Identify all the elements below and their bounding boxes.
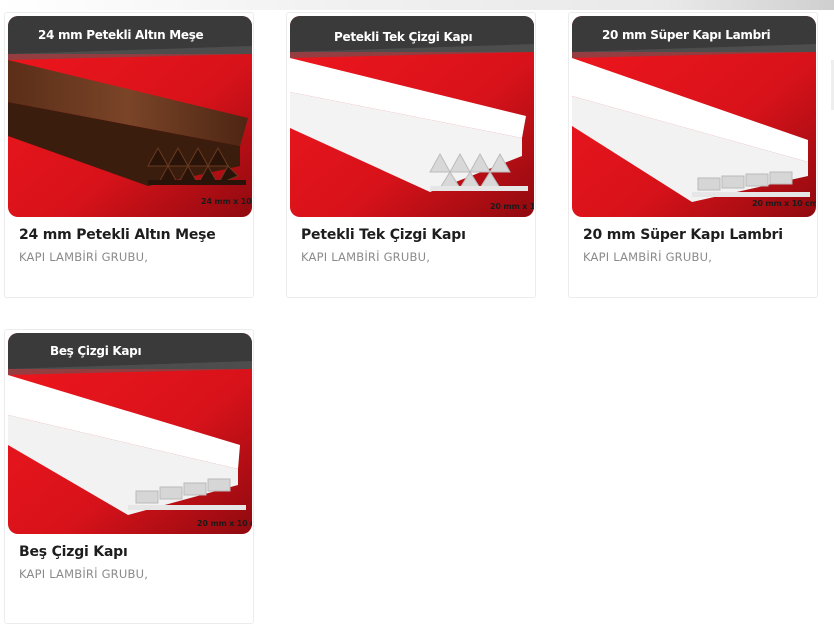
product-title[interactable]: Petekli Tek Çizgi Kapı (301, 227, 466, 243)
image-dimension: 20 mm x 10 cm (752, 199, 816, 208)
product-image-graphic (8, 16, 252, 217)
product-category[interactable]: KAPI LAMBİRİ GRUBU, (19, 250, 148, 264)
product-image[interactable]: Beş Çizgi Kapı 20 mm x 10 cm (8, 333, 252, 534)
product-category[interactable]: KAPI LAMBİRİ GRUBU, (301, 250, 430, 264)
image-dimension: 20 mm x 10 cm (197, 519, 252, 528)
image-title: Petekli Tek Çizgi Kapı (334, 30, 473, 44)
product-category[interactable]: KAPI LAMBİRİ GRUBU, (19, 567, 148, 581)
product-title[interactable]: 24 mm Petekli Altın Meşe (19, 227, 216, 243)
top-gradient-bar (0, 0, 834, 10)
product-title[interactable]: 20 mm Süper Kapı Lambri (583, 227, 783, 243)
product-image[interactable]: Petekli Tek Çizgi Kapı 20 mm x 10 cm (290, 16, 534, 217)
product-title[interactable]: Beş Çizgi Kapı (19, 544, 128, 560)
product-image-graphic (290, 16, 534, 217)
image-dimension: 20 mm x 10 cm (490, 202, 534, 211)
product-card[interactable]: Beş Çizgi Kapı 20 mm x 10 cm Beş Çizgi K… (4, 329, 254, 624)
product-category[interactable]: KAPI LAMBİRİ GRUBU, (583, 250, 712, 264)
product-card[interactable]: Petekli Tek Çizgi Kapı 20 mm x 10 cm Pet… (286, 12, 536, 298)
image-title: 24 mm Petekli Altın Meşe (38, 28, 204, 42)
image-title: Beş Çizgi Kapı (50, 344, 142, 358)
image-title: 20 mm Süper Kapı Lambri (602, 28, 771, 42)
product-card[interactable]: 24 mm Petekli Altın Meşe 24 mm x 10 cm 2… (4, 12, 254, 298)
product-image-graphic (8, 333, 252, 534)
product-card[interactable]: 20 mm Süper Kapı Lambri 20 mm x 10 cm 20… (568, 12, 818, 298)
product-image[interactable]: 24 mm Petekli Altın Meşe 24 mm x 10 cm (8, 16, 252, 217)
product-image[interactable]: 20 mm Süper Kapı Lambri 20 mm x 10 cm (572, 16, 816, 217)
product-image-graphic (572, 16, 816, 217)
image-dimension: 24 mm x 10 cm (201, 197, 252, 206)
